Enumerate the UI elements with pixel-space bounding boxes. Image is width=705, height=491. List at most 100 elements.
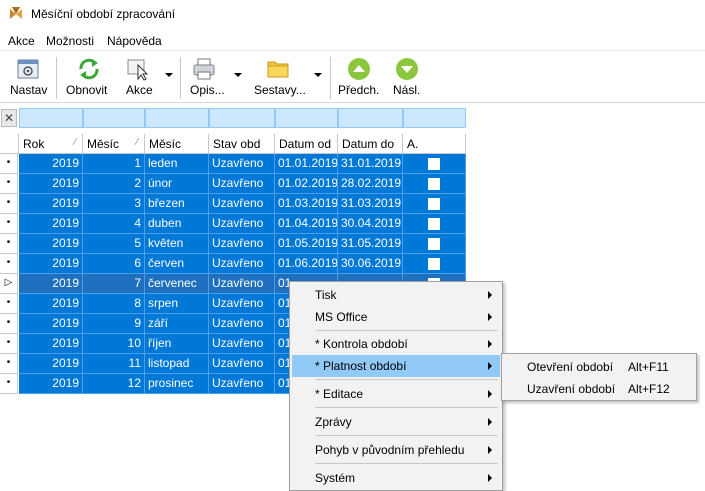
current-row-indicator[interactable]: ▷ xyxy=(0,274,18,294)
obnovit-button[interactable]: Obnovit xyxy=(62,53,116,103)
cell-rok[interactable]: 2019 xyxy=(19,354,83,374)
checkbox[interactable] xyxy=(428,158,440,170)
menu-akce[interactable]: Akce xyxy=(8,34,35,48)
cell-od[interactable]: 01.02.2019 xyxy=(275,174,338,194)
nasl-button[interactable]: Násl. xyxy=(390,53,426,103)
column-header-datum-od[interactable]: Datum od xyxy=(275,134,338,154)
cell-mesic[interactable]: 5 xyxy=(83,234,145,254)
cell-do[interactable]: 31.03.2019 xyxy=(338,194,403,214)
cell-nazev[interactable]: listopad xyxy=(145,354,209,374)
column-header-a[interactable]: A. xyxy=(403,134,466,154)
submenu-item-otevreni[interactable]: Otevření období Alt+F11 xyxy=(504,356,694,378)
menu-item-pohyb[interactable]: Pohyb v původním přehledu xyxy=(292,439,500,461)
cell-mesic[interactable]: 6 xyxy=(83,254,145,274)
filter-cell[interactable] xyxy=(19,108,83,128)
cell-nazev[interactable]: říjen xyxy=(145,334,209,354)
cell-nazev[interactable]: červenec xyxy=(145,274,209,294)
filter-cell[interactable] xyxy=(209,108,275,128)
filter-cell[interactable] xyxy=(83,108,145,128)
menu-item-tisk[interactable]: Tisk xyxy=(292,284,500,306)
sestavy-dropdown-icon[interactable] xyxy=(314,73,322,77)
cell-nazev[interactable]: květen xyxy=(145,234,209,254)
column-header-stav[interactable]: Stav obd xyxy=(209,134,275,154)
opis-button[interactable]: Opis... xyxy=(186,53,242,103)
cell-nazev[interactable]: leden xyxy=(145,154,209,174)
row-header[interactable]: • xyxy=(0,354,18,374)
cell-od[interactable]: 01.06.2019 xyxy=(275,254,338,274)
cell-do[interactable]: 30.06.2019 xyxy=(338,254,403,274)
cell-do[interactable]: 28.02.2019 xyxy=(338,174,403,194)
menu-item-system[interactable]: Systém xyxy=(292,467,500,489)
menu-item-editace[interactable]: * Editace xyxy=(292,383,500,405)
row-header[interactable]: • xyxy=(0,294,18,314)
cell-do[interactable]: 31.01.2019 xyxy=(338,154,403,174)
cell-od[interactable]: 01.03.2019 xyxy=(275,194,338,214)
checkbox[interactable] xyxy=(428,258,440,270)
column-header-datum-do[interactable]: Datum do xyxy=(338,134,403,154)
row-header[interactable]: • xyxy=(0,234,18,254)
cell-nazev[interactable]: srpen xyxy=(145,294,209,314)
row-header[interactable]: • xyxy=(0,154,18,174)
opis-dropdown-icon[interactable] xyxy=(234,73,242,77)
cell-mesic[interactable]: 1 xyxy=(83,154,145,174)
cell-nazev[interactable]: září xyxy=(145,314,209,334)
filter-cell[interactable] xyxy=(275,108,338,128)
cell-mesic[interactable]: 3 xyxy=(83,194,145,214)
cell-rok[interactable]: 2019 xyxy=(19,234,83,254)
submenu-item-uzavreni[interactable]: Uzavření období Alt+F12 xyxy=(504,378,694,400)
row-header[interactable]: • xyxy=(0,194,18,214)
column-header-mesic-cislo[interactable]: Měsíc ⁄ xyxy=(83,134,145,154)
cell-mesic[interactable]: 4 xyxy=(83,214,145,234)
cell-od[interactable]: 01.04.2019 xyxy=(275,214,338,234)
predch-button[interactable]: Předch. xyxy=(336,53,382,103)
cell-rok[interactable]: 2019 xyxy=(19,194,83,214)
cell-nazev[interactable]: prosinec xyxy=(145,374,209,394)
cell-rok[interactable]: 2019 xyxy=(19,154,83,174)
cell-stav[interactable]: Uzavřeno xyxy=(209,374,275,394)
cell-od[interactable]: 01.01.2019 xyxy=(275,154,338,174)
akce-dropdown-icon[interactable] xyxy=(165,73,173,77)
filter-cell[interactable] xyxy=(338,108,403,128)
cell-rok[interactable]: 2019 xyxy=(19,174,83,194)
checkbox[interactable] xyxy=(428,198,440,210)
cell-rok[interactable]: 2019 xyxy=(19,254,83,274)
cell-rok[interactable]: 2019 xyxy=(19,374,83,394)
cell-od[interactable]: 01.05.2019 xyxy=(275,234,338,254)
cell-stav[interactable]: Uzavřeno xyxy=(209,314,275,334)
row-header[interactable]: • xyxy=(0,314,18,334)
cell-stav[interactable]: Uzavřeno xyxy=(209,334,275,354)
cell-nazev[interactable]: únor xyxy=(145,174,209,194)
cell-stav[interactable]: Uzavřeno xyxy=(209,274,275,294)
menu-moznosti[interactable]: Možnosti xyxy=(46,34,94,48)
cell-nazev[interactable]: duben xyxy=(145,214,209,234)
row-header[interactable]: • xyxy=(0,374,18,394)
checkbox[interactable] xyxy=(428,218,440,230)
column-header-rok[interactable]: Rok ⁄ xyxy=(19,134,83,154)
cell-stav[interactable]: Uzavřeno xyxy=(209,254,275,274)
cell-mesic[interactable]: 7 xyxy=(83,274,145,294)
cell-do[interactable]: 31.05.2019 xyxy=(338,234,403,254)
menu-item-platnost-obdobi[interactable]: * Platnost období xyxy=(292,355,500,377)
sestavy-button[interactable]: Sestavy... xyxy=(250,53,326,103)
column-header-mesic-nazev[interactable]: Měsíc xyxy=(145,134,209,154)
akce-button[interactable]: Akce xyxy=(122,53,174,103)
row-header[interactable]: • xyxy=(0,214,18,234)
cell-nazev[interactable]: březen xyxy=(145,194,209,214)
cell-rok[interactable]: 2019 xyxy=(19,334,83,354)
checkbox[interactable] xyxy=(428,178,440,190)
row-header[interactable]: • xyxy=(0,254,18,274)
filter-cell[interactable] xyxy=(145,108,209,128)
cell-rok[interactable]: 2019 xyxy=(19,214,83,234)
cell-stav[interactable]: Uzavřeno xyxy=(209,154,275,174)
cell-mesic[interactable]: 2 xyxy=(83,174,145,194)
cell-rok[interactable]: 2019 xyxy=(19,274,83,294)
cell-stav[interactable]: Uzavřeno xyxy=(209,354,275,374)
cell-stav[interactable]: Uzavřeno xyxy=(209,214,275,234)
cell-mesic[interactable]: 12 xyxy=(83,374,145,394)
nastav-button[interactable]: Nastav xyxy=(6,53,50,103)
cell-stav[interactable]: Uzavřeno xyxy=(209,234,275,254)
checkbox[interactable] xyxy=(428,238,440,250)
menu-item-kontrola-obdobi[interactable]: * Kontrola období xyxy=(292,333,500,355)
filter-cell[interactable] xyxy=(403,108,466,128)
row-header[interactable]: • xyxy=(0,334,18,354)
